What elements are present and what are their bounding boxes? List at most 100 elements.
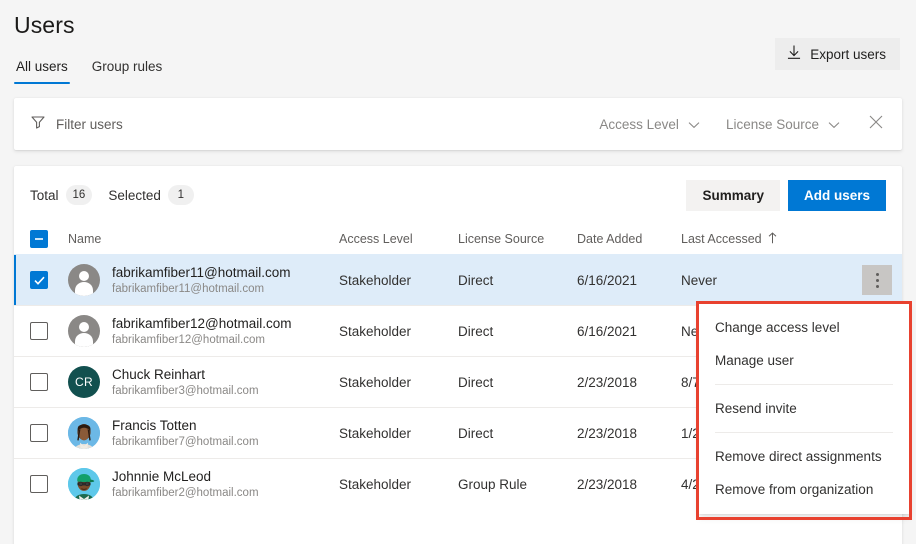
- more-actions-button[interactable]: [862, 265, 892, 295]
- total-count-badge: 16: [66, 185, 93, 205]
- user-email: fabrikamfiber2@hotmail.com: [112, 486, 259, 501]
- name-block: fabrikamfiber11@hotmail.com fabrikamfibe…: [112, 264, 291, 297]
- user-email: fabrikamfiber11@hotmail.com: [112, 282, 291, 297]
- tab-group-rules[interactable]: Group rules: [90, 58, 165, 84]
- selected-count-group: Selected 1: [108, 185, 194, 205]
- table-header-row: Name Access Level License Source Date Ad…: [14, 224, 902, 254]
- summary-button[interactable]: Summary: [686, 180, 780, 211]
- user-display-name: fabrikamfiber12@hotmail.com: [112, 315, 292, 332]
- column-header-last-accessed-label: Last Accessed: [681, 232, 762, 246]
- total-label: Total: [30, 188, 59, 203]
- row-checkbox-cell: [30, 271, 68, 289]
- select-all-checkbox-cell: [30, 230, 68, 248]
- menu-item-resend-invite[interactable]: Resend invite: [699, 392, 909, 425]
- user-display-name: Johnnie McLeod: [112, 468, 259, 485]
- tab-all-users[interactable]: All users: [14, 58, 70, 84]
- row-checkbox[interactable]: [30, 322, 48, 340]
- filter-controls: Access Level License Source: [599, 114, 902, 135]
- menu-item-change-access-level[interactable]: Change access level: [699, 311, 909, 344]
- tab-all-users-label: All users: [16, 59, 68, 74]
- chevron-down-icon: [828, 117, 840, 132]
- row-checkbox-cell: [30, 475, 68, 493]
- row-date-added: 2/23/2018: [577, 477, 681, 492]
- menu-item-remove-direct-assignments[interactable]: Remove direct assignments: [699, 440, 909, 473]
- row-name-cell: fabrikamfiber12@hotmail.com fabrikamfibe…: [68, 315, 339, 348]
- access-level-filter-label: Access Level: [599, 117, 679, 132]
- filter-icon: [30, 114, 46, 135]
- tab-group-rules-label: Group rules: [92, 59, 163, 74]
- clear-filters-button[interactable]: [866, 114, 884, 135]
- avatar: [68, 468, 100, 500]
- menu-item-remove-from-organization[interactable]: Remove from organization: [699, 473, 909, 506]
- user-email: fabrikamfiber7@hotmail.com: [112, 435, 259, 450]
- column-header-name[interactable]: Name: [68, 232, 339, 246]
- select-all-checkbox[interactable]: [30, 230, 48, 248]
- user-email: fabrikamfiber12@hotmail.com: [112, 333, 292, 348]
- total-count-group: Total 16: [30, 185, 92, 205]
- menu-separator: [715, 384, 893, 385]
- selected-count-badge: 1: [168, 185, 194, 205]
- column-header-last-accessed[interactable]: Last Accessed: [681, 232, 831, 247]
- row-checkbox[interactable]: [30, 271, 48, 289]
- row-license-source: Direct: [458, 375, 577, 390]
- menu-item-manage-user[interactable]: Manage user: [699, 344, 909, 377]
- filter-bar: Filter users Access Level License Source: [14, 98, 902, 150]
- download-icon: [787, 45, 801, 63]
- filter-users-input[interactable]: Filter users: [56, 117, 123, 132]
- avatar: [68, 264, 100, 296]
- menu-separator: [715, 432, 893, 433]
- user-display-name: Francis Totten: [112, 417, 259, 434]
- name-block: fabrikamfiber12@hotmail.com fabrikamfibe…: [112, 315, 292, 348]
- access-level-filter-dropdown[interactable]: Access Level: [599, 117, 700, 132]
- license-source-filter-label: License Source: [726, 117, 819, 132]
- row-name-cell: fabrikamfiber11@hotmail.com fabrikamfibe…: [68, 264, 339, 297]
- row-date-added: 2/23/2018: [577, 375, 681, 390]
- row-date-added: 2/23/2018: [577, 426, 681, 441]
- toolbar-actions: Summary Add users: [686, 180, 886, 211]
- more-actions-icon: [876, 271, 879, 289]
- user-email: fabrikamfiber3@hotmail.com: [112, 384, 259, 399]
- export-users-label: Export users: [810, 47, 886, 62]
- user-display-name: Chuck Reinhart: [112, 366, 259, 383]
- row-license-source: Group Rule: [458, 477, 577, 492]
- row-access-level: Stakeholder: [339, 477, 458, 492]
- row-checkbox[interactable]: [30, 475, 48, 493]
- row-checkbox-cell: [30, 322, 68, 340]
- row-checkbox-cell: [30, 424, 68, 442]
- table-row[interactable]: fabrikamfiber11@hotmail.com fabrikamfibe…: [14, 254, 902, 305]
- row-checkbox-cell: [30, 373, 68, 391]
- avatar: CR: [68, 366, 100, 398]
- row-name-cell: Francis Totten fabrikamfiber7@hotmail.co…: [68, 417, 339, 450]
- row-license-source: Direct: [458, 324, 577, 339]
- row-access-level: Stakeholder: [339, 375, 458, 390]
- row-date-added: 6/16/2021: [577, 324, 681, 339]
- row-date-added: 6/16/2021: [577, 273, 681, 288]
- avatar: [68, 417, 100, 449]
- export-users-button[interactable]: Export users: [775, 38, 900, 70]
- row-access-level: Stakeholder: [339, 273, 458, 288]
- grid-toolbar: Total 16 Selected 1 Summary Add users: [14, 166, 902, 224]
- license-source-filter-dropdown[interactable]: License Source: [726, 117, 840, 132]
- row-license-source: Direct: [458, 273, 577, 288]
- row-license-source: Direct: [458, 426, 577, 441]
- chevron-down-icon: [688, 117, 700, 132]
- row-access-level: Stakeholder: [339, 324, 458, 339]
- row-checkbox[interactable]: [30, 424, 48, 442]
- add-users-button[interactable]: Add users: [788, 180, 886, 211]
- column-header-access-level[interactable]: Access Level: [339, 232, 458, 246]
- name-block: Francis Totten fabrikamfiber7@hotmail.co…: [112, 417, 259, 450]
- column-header-date-added[interactable]: Date Added: [577, 232, 681, 246]
- name-block: Johnnie McLeod fabrikamfiber2@hotmail.co…: [112, 468, 259, 501]
- row-checkbox[interactable]: [30, 373, 48, 391]
- count-summary: Total 16 Selected 1: [30, 185, 194, 205]
- name-block: Chuck Reinhart fabrikamfiber3@hotmail.co…: [112, 366, 259, 399]
- selected-label: Selected: [108, 188, 161, 203]
- row-access-level: Stakeholder: [339, 426, 458, 441]
- page-title: Users: [14, 10, 916, 40]
- avatar-initials: CR: [75, 375, 93, 389]
- row-name-cell: Johnnie McLeod fabrikamfiber2@hotmail.co…: [68, 468, 339, 501]
- sort-ascending-arrow-icon: [768, 232, 777, 247]
- column-header-license-source[interactable]: License Source: [458, 232, 577, 246]
- avatar: [68, 315, 100, 347]
- filter-input-area[interactable]: Filter users: [14, 114, 599, 135]
